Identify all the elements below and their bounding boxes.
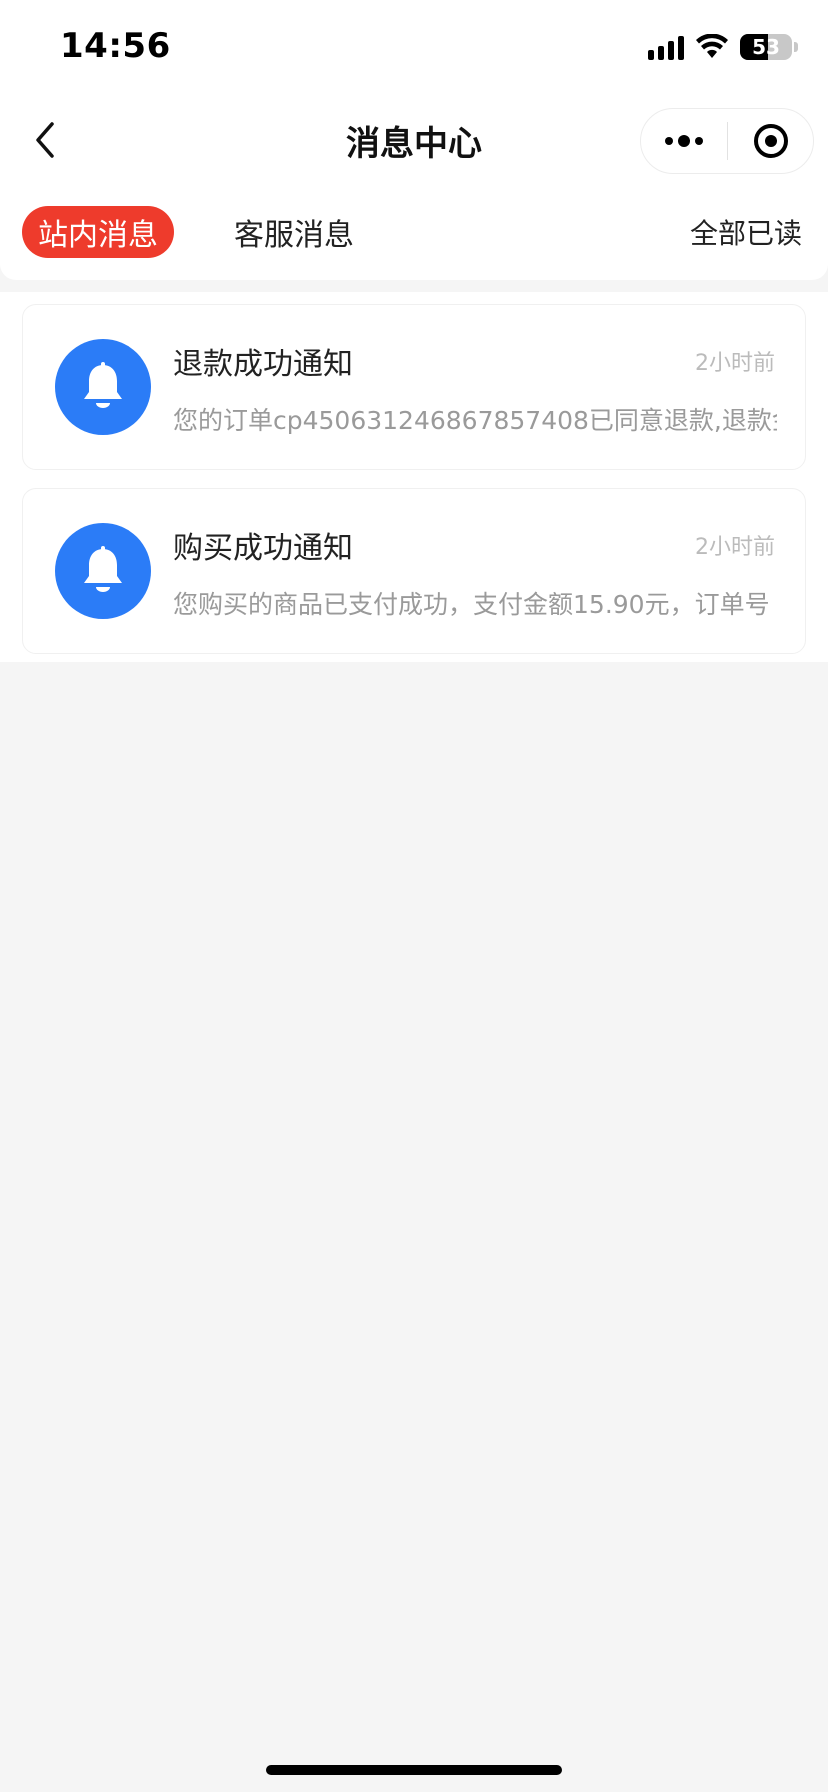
more-dots-icon-right	[695, 137, 703, 145]
message-list: 退款成功通知 2小时前 您的订单cp450631246867857408已同意退…	[0, 292, 828, 662]
battery-cap	[794, 42, 798, 52]
message-time: 2小时前	[695, 535, 775, 560]
nav-bar: 消息中心	[0, 90, 828, 190]
target-icon	[753, 124, 788, 158]
mark-all-read-button[interactable]: 全部已读	[690, 206, 802, 258]
tab-site-messages[interactable]: 站内消息	[22, 206, 174, 258]
list-item[interactable]: 退款成功通知 2小时前 您的订单cp450631246867857408已同意退…	[22, 304, 806, 470]
wifi-icon	[696, 34, 728, 58]
bell-icon	[55, 339, 151, 435]
close-button[interactable]	[728, 109, 813, 173]
more-dots-icon	[665, 137, 673, 145]
battery-level: 53	[752, 35, 780, 59]
status-icons: 53	[648, 32, 798, 62]
message-title: 退款成功通知	[173, 347, 353, 382]
message-title: 购买成功通知	[173, 531, 353, 566]
list-item[interactable]: 购买成功通知 2小时前 您购买的商品已支付成功，支付金额15.90元，订单号	[22, 488, 806, 654]
mini-program-capsule	[640, 108, 814, 174]
chevron-left-icon[interactable]	[30, 120, 60, 160]
tabs-bar: 站内消息 客服消息 全部已读	[0, 190, 828, 280]
bell-icon	[55, 523, 151, 619]
message-body: 您的订单cp450631246867857408已同意退款,退款金	[173, 406, 777, 435]
message-time: 2小时前	[695, 351, 775, 376]
home-indicator[interactable]	[266, 1765, 562, 1775]
status-bar: 14:56 53	[0, 0, 828, 90]
battery-icon: 53	[740, 34, 792, 60]
tab-service-messages[interactable]: 客服消息	[234, 206, 354, 258]
message-body: 您购买的商品已支付成功，支付金额15.90元，订单号	[173, 590, 770, 619]
signal-icon	[648, 34, 684, 60]
more-button[interactable]	[641, 109, 727, 173]
status-time: 14:56	[60, 26, 171, 66]
message-center-page: 14:56 53 消息中心 站内消息 客服消息 全部已读 退款成功通知 2小时前…	[0, 0, 828, 1792]
more-dots-icon-center	[678, 135, 690, 147]
